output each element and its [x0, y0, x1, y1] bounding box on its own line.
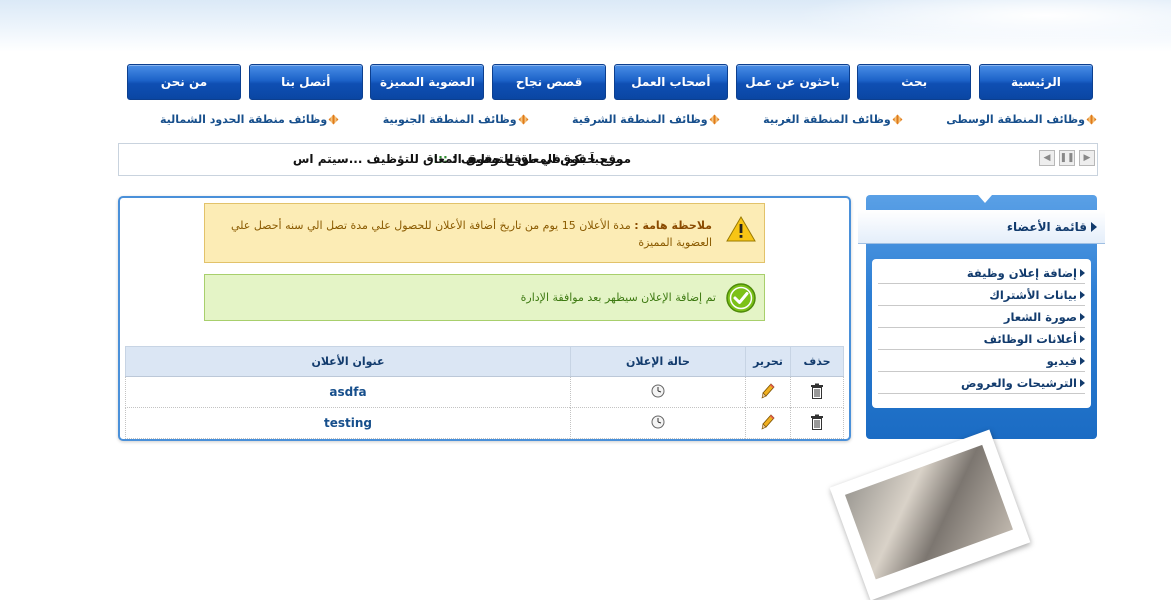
- ticker-message: مرحباً بكم في موقع حقوق المعاق للتؤظيف .…: [292, 152, 623, 166]
- main-nav: الرئيسية بحث باحثون عن عمل أصحاب العمل ق…: [127, 64, 1093, 100]
- clock-icon: [651, 384, 665, 397]
- sidebar-item-video[interactable]: فيديو: [878, 350, 1085, 372]
- header-banner: [0, 0, 1171, 52]
- arrow-icon: [1080, 268, 1085, 277]
- warning-icon: [726, 216, 756, 242]
- sidebar-header: قائمة الأعضاء: [858, 210, 1105, 244]
- members-sidebar: قائمة الأعضاء إضافة إعلان وظيفة بيانات ا…: [858, 195, 1105, 439]
- nav-about-button[interactable]: من نحن: [127, 64, 241, 100]
- sidebar-item-logo-image[interactable]: صورة الشعار: [878, 306, 1085, 328]
- col-delete-header: حذف: [790, 346, 844, 377]
- news-ticker: موقع حقوق المعاق للتوظيف : ::: مرحباً بك…: [118, 143, 1098, 176]
- delete-cell: [790, 376, 844, 408]
- trash-icon[interactable]: [810, 414, 824, 430]
- col-status-header: حالة الإعلان: [570, 346, 746, 377]
- region-link-label: وظائف منطقة الحدود الشمالية: [160, 112, 328, 126]
- edit-cell: [745, 376, 791, 408]
- region-link-central[interactable]: وظائف المنطقة الوسطى: [946, 111, 1097, 127]
- arrow-icon: [1080, 356, 1085, 365]
- sidebar-item-job-ads[interactable]: أعلانات الوظائف: [878, 328, 1085, 350]
- sidebar-item-label: أعلانات الوظائف: [983, 331, 1077, 346]
- region-link-northern[interactable]: وظائف منطقة الحدود الشمالية: [160, 111, 339, 127]
- success-text: تم إضافة الإعلان سيظهر بعد موافقة الإدار…: [520, 291, 716, 304]
- col-title-header: عنوان الأعلان: [125, 346, 571, 377]
- sidebar-item-label: فيديو: [1046, 353, 1077, 368]
- trash-icon[interactable]: [810, 383, 824, 399]
- region-links: وظائف المنطقة الوسطى وظائف المنطقة الغرب…: [160, 111, 1097, 127]
- table-row: asdfa: [125, 376, 844, 408]
- sidebar-menu: إضافة إعلان وظيفة بيانات الأشتراك صورة ا…: [872, 259, 1091, 408]
- notice-box: ملاحظة هامة : مدة الأعلان 15 يوم من تاري…: [204, 203, 765, 263]
- diamond-bullet-icon: [1086, 114, 1097, 124]
- arrow-icon: [1080, 334, 1085, 343]
- sidebar-item-label: الترشيحات والعروض: [961, 375, 1077, 390]
- pencil-icon[interactable]: [761, 413, 775, 430]
- region-link-label: وظائف المنطقة الشرقية: [572, 112, 708, 126]
- pause-icon[interactable]: ❚❚: [1059, 150, 1075, 166]
- edit-cell: [745, 407, 791, 439]
- main-panel: ملاحظة هامة : مدة الأعلان 15 يوم من تاري…: [118, 196, 851, 441]
- next-icon[interactable]: ▶: [1079, 150, 1095, 166]
- arrow-icon: [1080, 312, 1085, 321]
- region-link-eastern[interactable]: وظائف المنطقة الشرقية: [572, 111, 720, 127]
- sidebar-item-label: إضافة إعلان وظيفة: [966, 265, 1077, 280]
- table-header-row: حذف تحرير حالة الإعلان عنوان الأعلان: [125, 346, 844, 377]
- nav-job-seekers-button[interactable]: باحثون عن عمل: [735, 64, 850, 100]
- diamond-bullet-icon: [709, 114, 720, 124]
- sidebar-notch: [978, 195, 992, 203]
- region-link-southern[interactable]: وظائف المنطقة الجنوبية: [382, 111, 528, 127]
- status-cell: [570, 407, 746, 439]
- nav-premium-membership-button[interactable]: العضوية المميزة: [370, 64, 485, 100]
- ads-table: حذف تحرير حالة الإعلان عنوان الأعلان asd…: [125, 346, 844, 439]
- ad-title-cell[interactable]: testing: [125, 407, 571, 439]
- notice-title: ملاحظة هامة :: [634, 219, 712, 232]
- photo-image: [844, 444, 1013, 580]
- sidebar-item-add-job-ad[interactable]: إضافة إعلان وظيفة: [878, 262, 1085, 284]
- arrow-icon: [1080, 378, 1085, 387]
- nav-search-button[interactable]: بحث: [857, 64, 972, 100]
- diamond-bullet-icon: [328, 114, 339, 124]
- arrow-right-icon: [1091, 222, 1097, 232]
- decorative-photo: [829, 429, 1031, 600]
- col-edit-header: تحرير: [745, 346, 791, 377]
- nav-contact-button[interactable]: أتصل بنا: [248, 64, 363, 100]
- region-link-western[interactable]: وظائف المنطقة الغربية: [763, 111, 903, 127]
- region-link-label: وظائف المنطقة الوسطى: [946, 112, 1085, 126]
- nav-employers-button[interactable]: أصحاب العمل: [613, 64, 728, 100]
- nav-success-stories-button[interactable]: قصص نجاح: [492, 64, 607, 100]
- sidebar-item-nominations-offers[interactable]: الترشيحات والعروض: [878, 372, 1085, 394]
- delete-cell: [790, 407, 844, 439]
- notice-text: ملاحظة هامة : مدة الأعلان 15 يوم من تاري…: [212, 217, 712, 251]
- table-row: testing: [125, 407, 844, 439]
- diamond-bullet-icon: [892, 114, 903, 124]
- ad-title-cell[interactable]: asdfa: [125, 376, 571, 408]
- sidebar-item-subscription-data[interactable]: بيانات الأشتراك: [878, 284, 1085, 306]
- sidebar-item-label: صورة الشعار: [1003, 309, 1077, 324]
- region-link-label: وظائف المنطقة الجنوبية: [382, 112, 517, 126]
- status-cell: [570, 376, 746, 408]
- previous-icon[interactable]: ◀: [1039, 150, 1055, 166]
- success-box: تم إضافة الإعلان سيظهر بعد موافقة الإدار…: [204, 274, 765, 321]
- clock-icon: [651, 415, 665, 428]
- sidebar-title: قائمة الأعضاء: [1006, 219, 1087, 234]
- diamond-bullet-icon: [518, 114, 528, 124]
- nav-home-button[interactable]: الرئيسية: [978, 64, 1093, 100]
- check-icon: [726, 283, 756, 313]
- pencil-icon[interactable]: [761, 382, 775, 399]
- sidebar-item-label: بيانات الأشتراك: [989, 287, 1077, 302]
- arrow-icon: [1080, 290, 1085, 299]
- region-link-label: وظائف المنطقة الغربية: [763, 112, 891, 126]
